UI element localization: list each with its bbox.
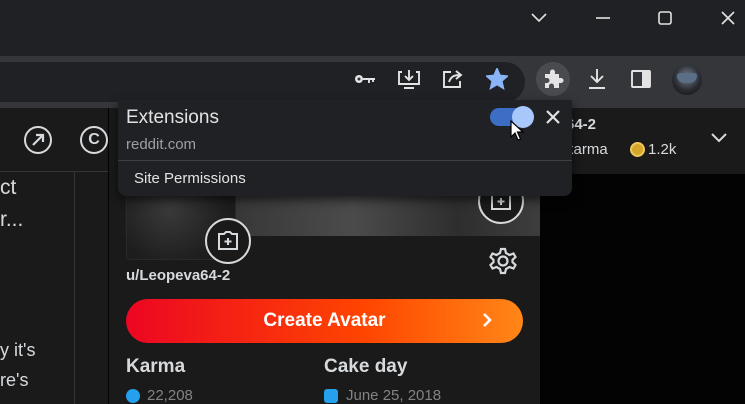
divider: [74, 172, 75, 404]
side-panel-icon: [631, 70, 651, 88]
minimize-button[interactable]: [580, 4, 626, 32]
mouse-cursor-icon: [510, 120, 525, 141]
popup-title: Extensions: [126, 107, 219, 128]
side-panel-button[interactable]: [624, 62, 658, 96]
maximize-button[interactable]: [642, 4, 688, 32]
chevron-down-icon: [531, 13, 547, 23]
minimize-icon: [596, 17, 610, 19]
download-icon: [589, 69, 605, 89]
profile-avatar[interactable]: [672, 65, 702, 95]
bookmark-button[interactable]: [480, 62, 514, 96]
header-karma-count: 1.2k: [648, 141, 677, 158]
browser-title-bar: [0, 0, 745, 56]
tab-search-button[interactable]: [516, 4, 562, 32]
star-icon: [486, 68, 508, 90]
install-icon: [398, 70, 420, 89]
close-popup-button[interactable]: [546, 107, 560, 130]
add-avatar-button[interactable]: [205, 218, 251, 264]
cake-day-label: Cake day: [324, 356, 408, 377]
share-icon: [443, 70, 463, 88]
left-snippet-1: ct: [0, 176, 17, 199]
extensions-button[interactable]: [536, 62, 570, 96]
close-window-button[interactable]: [705, 4, 745, 32]
cake-day-value: June 25, 2018: [346, 387, 442, 404]
header-karma-label: karma: [566, 141, 608, 158]
arrow-up-right-icon[interactable]: [24, 126, 52, 154]
maximize-icon: [658, 11, 672, 25]
coin-icon[interactable]: C: [80, 126, 108, 154]
karma-label: Karma: [126, 356, 186, 377]
popup-divider: [118, 160, 572, 161]
profile-username: u/Leopeva64-2: [126, 267, 231, 284]
create-avatar-button[interactable]: Create Avatar: [126, 299, 523, 343]
chevron-down-icon[interactable]: [710, 132, 728, 144]
close-icon: [721, 11, 735, 25]
extensions-icon: [545, 69, 564, 88]
popup-domain: reddit.com: [126, 136, 197, 153]
left-snippet-3: y it's: [0, 340, 36, 360]
create-avatar-label: Create Avatar: [263, 310, 386, 331]
karma-coin-icon: [630, 142, 645, 157]
key-icon: [355, 75, 375, 83]
left-snippet-4: re's: [0, 370, 29, 390]
share-button[interactable]: [436, 62, 470, 96]
downloads-button[interactable]: [580, 62, 614, 96]
gear-icon[interactable]: [488, 246, 518, 276]
karma-value: 22,208: [147, 387, 193, 404]
left-snippet-2: r...: [0, 208, 24, 231]
password-button[interactable]: [348, 62, 382, 96]
site-permissions-link[interactable]: Site Permissions: [134, 170, 246, 187]
install-app-button[interactable]: [392, 62, 426, 96]
cake-icon: [324, 389, 338, 403]
close-icon: [546, 110, 560, 124]
add-image-icon: [218, 231, 238, 250]
chevron-right-icon: [483, 313, 492, 327]
karma-icon: [126, 389, 140, 403]
